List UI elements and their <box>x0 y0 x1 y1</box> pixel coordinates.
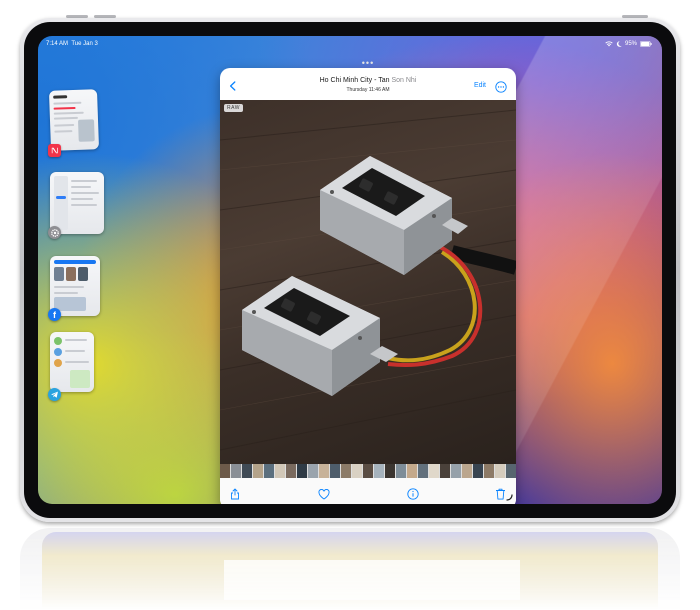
facebook-icon[interactable]: f <box>48 308 61 321</box>
slide-over-facebook[interactable] <box>50 256 100 316</box>
photo-date-subtitle: Thursday 11:46 AM <box>346 87 390 93</box>
device-reflection <box>20 528 680 610</box>
share-icon[interactable] <box>230 487 240 504</box>
thumbnail[interactable] <box>242 464 252 478</box>
raw-badge: RAW <box>224 104 243 112</box>
thumbnail[interactable] <box>407 464 417 478</box>
status-time: 7:14 AM <box>46 41 69 47</box>
thumbnail[interactable] <box>385 464 395 478</box>
thumbnail[interactable] <box>451 464 461 478</box>
thumbnail[interactable] <box>308 464 318 478</box>
moon-icon <box>616 41 622 47</box>
thumbnail[interactable] <box>473 464 483 478</box>
ipad-device: 7:14 AM Tue Jan 3 95% f ••• Ho Chi Minh … <box>20 18 680 522</box>
telegram-icon[interactable] <box>48 388 61 401</box>
thumbnail[interactable] <box>264 464 274 478</box>
slide-over-settings[interactable] <box>50 172 104 234</box>
thumbnail[interactable] <box>297 464 307 478</box>
thumbnail[interactable] <box>506 464 516 478</box>
thumbnail[interactable] <box>363 464 373 478</box>
facebook-glyph: f <box>53 309 56 320</box>
title-main: Ho Chi Minh City - Tan <box>319 77 392 84</box>
info-icon[interactable] <box>407 487 419 504</box>
thumbnail[interactable] <box>253 464 263 478</box>
photos-window: Ho Chi Minh City - Tan Son Nhi Thursday … <box>220 68 516 504</box>
slide-over-news[interactable] <box>48 89 100 151</box>
thumbnail[interactable] <box>396 464 406 478</box>
thumbnail-strip[interactable] <box>220 464 516 478</box>
battery-icon <box>640 41 652 47</box>
thumbnail[interactable] <box>429 464 439 478</box>
thumbnail[interactable] <box>286 464 296 478</box>
slide-over-telegram[interactable] <box>50 332 94 392</box>
wifi-icon <box>605 41 613 47</box>
thumbnail[interactable] <box>484 464 494 478</box>
home-screen: 7:14 AM Tue Jan 3 95% f ••• Ho Chi Minh … <box>38 36 662 504</box>
thumbnail[interactable] <box>495 464 505 478</box>
window-grabber[interactable]: ••• <box>220 59 516 68</box>
resize-corner-icon[interactable] <box>506 488 513 504</box>
photo-illustration <box>220 109 516 451</box>
main-photo[interactable]: RAW <box>220 100 516 464</box>
thumbnail[interactable] <box>440 464 450 478</box>
status-date: Tue Jan 3 <box>71 41 98 47</box>
edit-button[interactable]: Edit <box>474 82 486 89</box>
more-options-icon[interactable] <box>495 80 507 98</box>
photo-toolbar <box>220 478 516 504</box>
settings-icon[interactable] <box>48 226 61 239</box>
thumbnail[interactable] <box>341 464 351 478</box>
status-bar-left: 7:14 AM Tue Jan 3 <box>46 41 98 47</box>
status-bar-right: 95% <box>605 41 652 47</box>
thumbnail[interactable] <box>330 464 340 478</box>
thumbnail[interactable] <box>275 464 285 478</box>
trash-icon[interactable] <box>495 487 506 504</box>
battery-percent: 95% <box>624 41 637 47</box>
thumbnail[interactable] <box>418 464 428 478</box>
thumbnail[interactable] <box>231 464 241 478</box>
title-faded: Son Nhi <box>391 77 417 84</box>
thumbnail[interactable] <box>462 464 472 478</box>
photo-location-title: Ho Chi Minh City - Tan Son Nhi <box>220 77 516 84</box>
thumbnail[interactable] <box>374 464 384 478</box>
thumbnail[interactable] <box>220 464 230 478</box>
heart-icon[interactable] <box>318 487 330 504</box>
thumbnail[interactable] <box>319 464 329 478</box>
photos-nav-bar: Ho Chi Minh City - Tan Son Nhi Thursday … <box>220 68 516 100</box>
news-icon[interactable] <box>48 144 61 157</box>
thumbnail[interactable] <box>352 464 362 478</box>
